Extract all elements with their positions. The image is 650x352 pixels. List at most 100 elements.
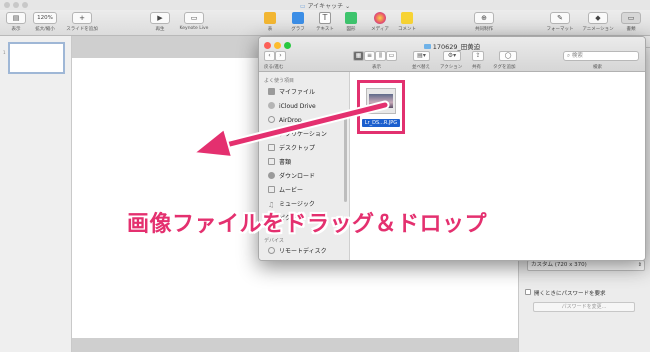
zoom-value: 120% bbox=[33, 12, 57, 24]
shape-button[interactable]: 図形 bbox=[343, 12, 359, 34]
document-button[interactable]: ▭ 書類 bbox=[620, 12, 642, 34]
sidebar-item-downloads[interactable]: ダウンロード bbox=[268, 172, 315, 181]
devices-header: デバイス bbox=[264, 238, 284, 244]
add-slide-button[interactable]: + スライドを追加 bbox=[66, 12, 98, 34]
list-icon: ≡ bbox=[366, 52, 373, 59]
sidebar-item-remote-disc[interactable]: リモートディスク bbox=[268, 247, 327, 256]
keynote-live-label: Keynote Live bbox=[179, 26, 209, 31]
comment-icon bbox=[401, 12, 413, 24]
film-icon bbox=[268, 186, 275, 193]
play-label: 再生 bbox=[155, 27, 165, 32]
search-label: 検索 bbox=[593, 65, 602, 70]
keynote-titlebar: ▭ アイキャッチ ⌄ bbox=[0, 0, 650, 10]
drag-arrow-icon bbox=[193, 100, 390, 158]
keynote-live-button[interactable]: ▭ Keynote Live bbox=[176, 12, 212, 34]
search-field[interactable]: ⌕ 検索 bbox=[563, 51, 639, 61]
sidebar-item-label: リモートディスク bbox=[279, 248, 327, 255]
instruction-caption: 画像ファイルをドラッグ＆ドロップ bbox=[127, 212, 488, 237]
action-button[interactable]: ⚙▾ bbox=[443, 51, 461, 61]
chevron-right-icon: › bbox=[279, 52, 282, 59]
folder-icon bbox=[423, 44, 431, 49]
zoom-menu[interactable]: 120% 拡大/縮小 bbox=[32, 12, 58, 34]
table-label: 表 bbox=[267, 27, 273, 32]
chevron-down-icon[interactable]: ⌄ bbox=[345, 3, 350, 10]
all-files-icon bbox=[268, 88, 275, 95]
change-password-button[interactable]: パスワードを変更... bbox=[533, 302, 635, 312]
text-icon: T bbox=[319, 12, 331, 24]
download-icon bbox=[268, 172, 275, 179]
back-button[interactable]: ‹ bbox=[264, 51, 275, 61]
text-label: テキスト bbox=[316, 27, 334, 32]
play-button[interactable]: ▶ 再生 bbox=[150, 12, 170, 34]
format-button[interactable]: ✎ フォーマット bbox=[543, 12, 577, 34]
comment-label: コメント bbox=[398, 27, 416, 32]
search-placeholder: 検索 bbox=[571, 53, 583, 59]
document-icon: ▭ bbox=[299, 3, 306, 10]
slide-navigator: 1 bbox=[0, 36, 72, 352]
document-icon: ▭ bbox=[621, 12, 641, 24]
finder-toolbar: 170629_田黄迫 ‹ › 戻る/進む ▦ ≡ ⫼ ▭ 表示 ▤▾ 並べ替え … bbox=[259, 37, 645, 72]
shape-label: 図形 bbox=[346, 27, 356, 32]
action-label: アクション bbox=[440, 65, 463, 70]
document-label: 書類 bbox=[626, 27, 636, 32]
text-button[interactable]: T テキスト bbox=[314, 12, 336, 34]
add-slide-label: スライドを追加 bbox=[66, 27, 98, 32]
collaborate-button[interactable]: ⊕ 共同制作 bbox=[470, 12, 498, 34]
sidebar-item-movies[interactable]: ムービー bbox=[268, 186, 303, 195]
chart-label: グラフ bbox=[291, 27, 305, 32]
gallery-icon: ▭ bbox=[388, 52, 395, 59]
window-title-text: アイキャッチ bbox=[307, 3, 344, 10]
view-label: 表示 bbox=[372, 65, 381, 70]
finder-title: 170629_田黄迫 bbox=[259, 41, 645, 51]
back-forward-label: 戻る/進む bbox=[264, 65, 284, 70]
chart-icon bbox=[292, 12, 304, 24]
arrange-label: 並べ替え bbox=[412, 65, 430, 70]
require-password-label: 開くときにパスワードを要求 bbox=[534, 291, 606, 297]
table-icon bbox=[264, 12, 276, 24]
window-title: ▭ アイキャッチ ⌄ bbox=[0, 1, 650, 10]
play-icon: ▶ bbox=[150, 12, 170, 24]
comment-button[interactable]: コメント bbox=[396, 12, 418, 34]
column-view-button[interactable]: ⫼ bbox=[375, 51, 386, 61]
animate-icon: ◆ bbox=[588, 12, 608, 24]
chart-button[interactable]: グラフ bbox=[289, 12, 307, 34]
media-button[interactable]: メディア bbox=[369, 12, 391, 34]
tags-label: タグを追加 bbox=[493, 65, 516, 70]
arrange-button[interactable]: ▤▾ bbox=[413, 51, 430, 61]
gear-icon: ⚙▾ bbox=[447, 52, 457, 59]
share-button[interactable]: ⇪ bbox=[472, 51, 484, 61]
sidebar-item-label: ダウンロード bbox=[279, 173, 316, 180]
arrange-icon: ▤▾ bbox=[417, 52, 426, 59]
icon-view-button[interactable]: ▦ bbox=[353, 51, 364, 61]
share-label: 共有 bbox=[472, 65, 481, 70]
slide-size-popup[interactable]: カスタム (720 x 370) ⇕ bbox=[527, 260, 645, 271]
shape-icon bbox=[345, 12, 357, 24]
search-icon: ⌕ bbox=[567, 53, 571, 59]
media-icon bbox=[374, 12, 386, 24]
grid-icon: ▦ bbox=[355, 52, 362, 59]
keynote-toolbar: ▤ 表示 120% 拡大/縮小 + スライドを追加 ▶ 再生 ▭ Keynote… bbox=[0, 10, 650, 36]
slide-size-value: カスタム (720 x 370) bbox=[531, 262, 587, 268]
tag-button[interactable]: ◯ bbox=[499, 51, 517, 61]
list-view-button[interactable]: ≡ bbox=[364, 51, 375, 61]
disc-icon bbox=[268, 247, 275, 254]
media-label: メディア bbox=[371, 27, 389, 32]
share-icon: ⇪ bbox=[475, 52, 481, 59]
table-button[interactable]: 表 bbox=[262, 12, 278, 34]
view-button[interactable]: ▤ 表示 bbox=[6, 12, 26, 34]
stepper-arrows-icon: ⇕ bbox=[637, 262, 642, 268]
finder-title-text: 170629_田黄迫 bbox=[432, 43, 481, 51]
favorites-header: よく使う項目 bbox=[264, 78, 295, 84]
slide-thumbnail[interactable] bbox=[8, 42, 65, 74]
view-label: 表示 bbox=[11, 27, 21, 32]
gallery-view-button[interactable]: ▭ bbox=[386, 51, 397, 61]
animate-label: アニメーション bbox=[582, 27, 614, 32]
require-password-checkbox[interactable] bbox=[525, 289, 531, 295]
collaborate-label: 共同制作 bbox=[475, 27, 493, 32]
forward-button[interactable]: › bbox=[275, 51, 286, 61]
collaborate-icon: ⊕ bbox=[474, 12, 494, 24]
animate-button[interactable]: ◆ アニメーション bbox=[580, 12, 616, 34]
plus-icon: + bbox=[72, 12, 92, 24]
format-label: フォーマット bbox=[546, 27, 574, 32]
brush-icon: ✎ bbox=[550, 12, 570, 24]
